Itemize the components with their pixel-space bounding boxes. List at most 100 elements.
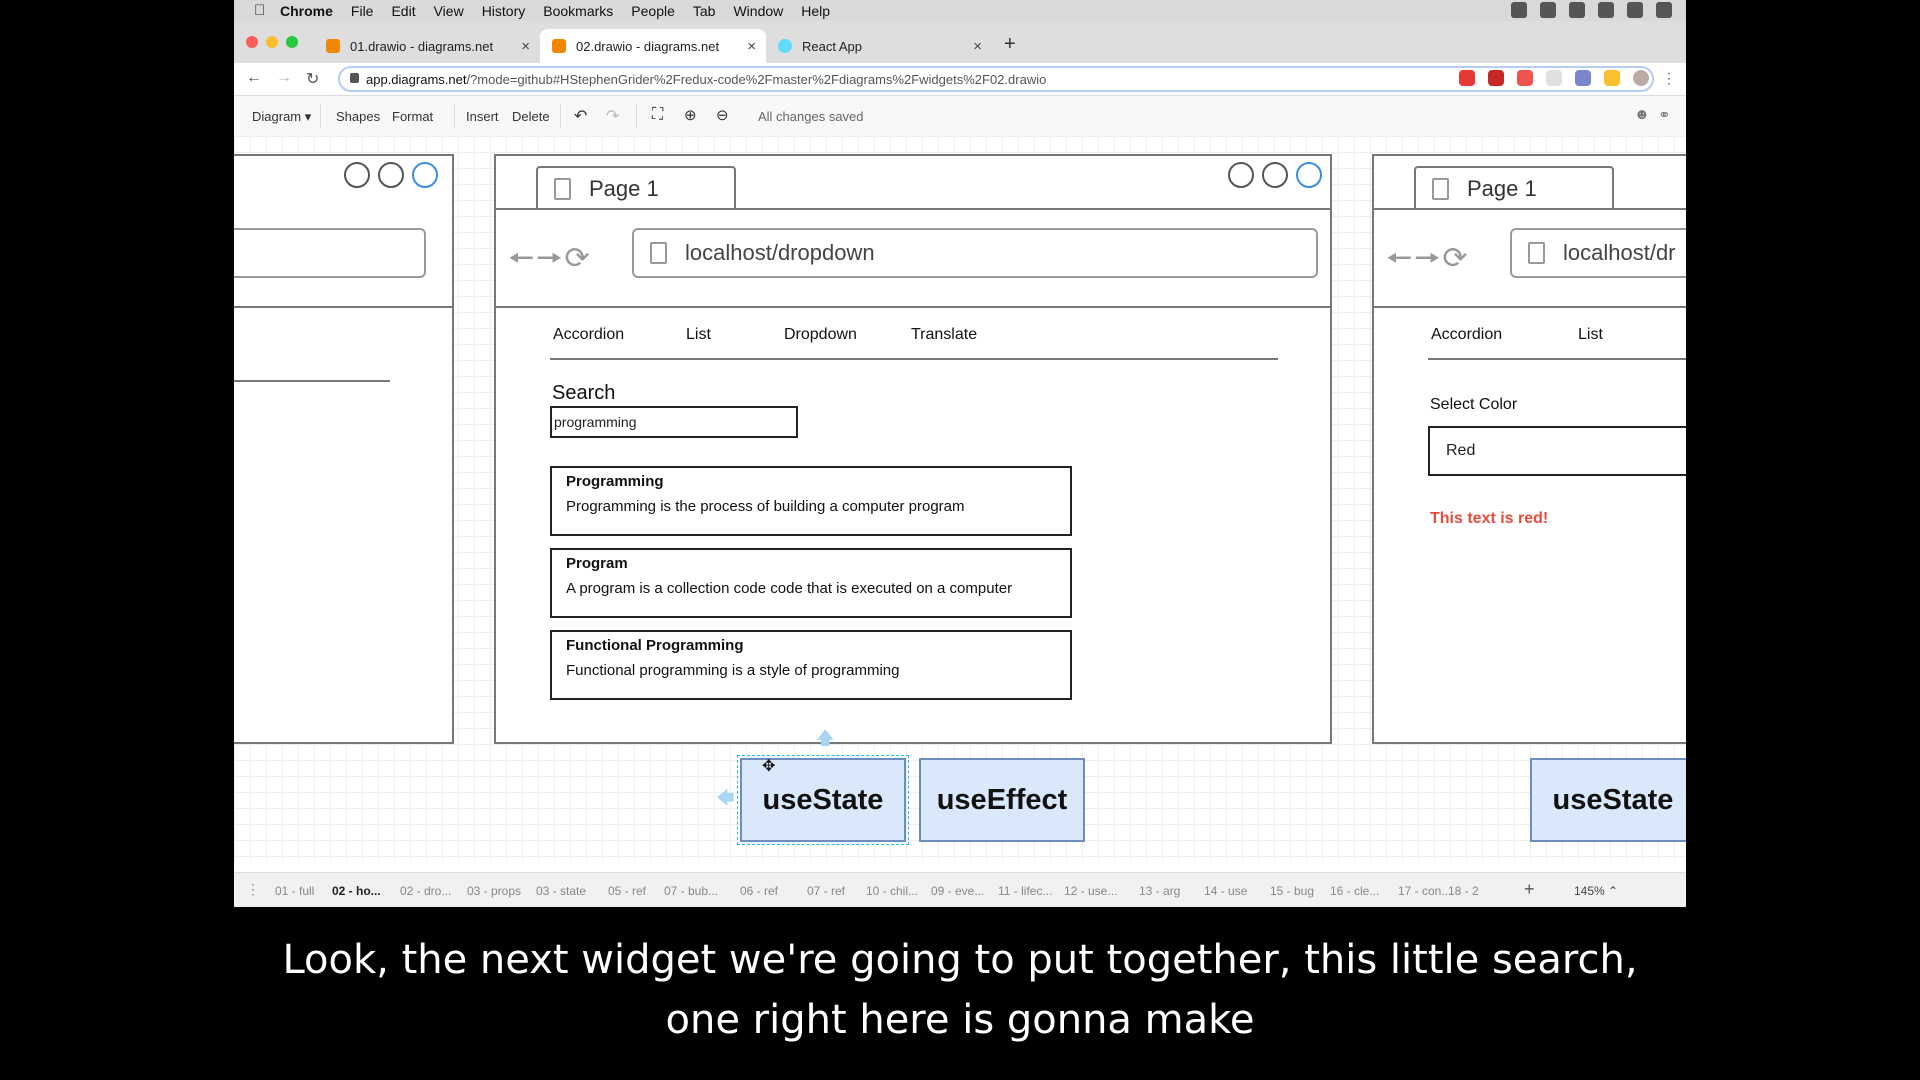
page-tab-item[interactable]: 10 - chil... (866, 884, 918, 898)
select-color-label: Select Color (1430, 396, 1518, 413)
menu-people[interactable]: People (631, 3, 675, 19)
page-tab-item[interactable]: 07 - ref (807, 884, 845, 898)
reload-icon[interactable]: ↻ (306, 69, 319, 89)
usestate-box-right[interactable]: useState (1530, 758, 1686, 842)
menu-view[interactable]: View (434, 3, 464, 19)
tab-02-drawio[interactable]: 02.drawio - diagrams.net × (540, 29, 766, 63)
page-tab-item[interactable]: 13 - arg (1139, 884, 1180, 898)
status-icon[interactable] (1540, 2, 1556, 18)
page-tab-item[interactable]: 12 - use... (1064, 884, 1117, 898)
minimize-window-icon[interactable] (266, 36, 278, 48)
battery-icon[interactable] (1598, 2, 1614, 18)
url-field: localhost/dropdown (632, 228, 1318, 278)
language-icon[interactable]: ⚭ (1658, 106, 1671, 124)
more-menu-icon[interactable]: ⋮ (1662, 70, 1676, 86)
separator (454, 104, 455, 128)
tab-react-app[interactable]: React App × (766, 29, 992, 63)
zoom-level[interactable]: 145% ⌃ (1574, 884, 1618, 898)
extensions-area: ⋮ (1459, 70, 1676, 86)
add-page-icon[interactable]: + (1524, 879, 1535, 900)
delete-button[interactable]: Delete (512, 109, 550, 124)
redo-icon[interactable]: ↷ (606, 106, 619, 126)
divider (234, 306, 454, 308)
result-card: Programming Programming is the process o… (550, 466, 1072, 536)
apple-icon[interactable]:  (254, 2, 270, 19)
close-tab-icon[interactable]: × (521, 38, 530, 55)
search-input: programming (550, 406, 798, 438)
menu-bookmarks[interactable]: Bookmarks (543, 3, 613, 19)
menu-edit[interactable]: Edit (391, 3, 415, 19)
close-tab-icon[interactable]: × (973, 38, 982, 55)
result-card: Functional Programming Functional progra… (550, 630, 1072, 700)
zoom-window-icon[interactable] (286, 36, 298, 48)
connect-arrow-up-icon[interactable]: 🡅 (816, 726, 835, 756)
pages-menu-icon[interactable]: ⋮ (246, 881, 260, 898)
right-browser-mockup[interactable]: Page 1 🠔🠖⟳ localhost/dr Accordion List S… (1372, 154, 1686, 744)
extension-icon[interactable] (1604, 70, 1620, 86)
zoom-out-icon[interactable]: ⊖ (716, 106, 729, 124)
profile-avatar[interactable] (1633, 70, 1649, 86)
drawio-toolbar: Diagram ▾ Shapes Format Insert Delete ↶ … (234, 96, 1686, 137)
menu-file[interactable]: File (351, 3, 374, 19)
page-tab-item[interactable]: 03 - state (536, 884, 586, 898)
page-tab-item[interactable]: 06 - ref (740, 884, 778, 898)
extension-icon[interactable] (1488, 70, 1504, 86)
diagram-menu[interactable]: Diagram ▾ (252, 109, 311, 125)
page-tab-item-current[interactable]: 02 - ho... (332, 884, 381, 898)
wifi-icon[interactable] (1569, 2, 1585, 18)
page-tab-item[interactable]: 17 - con... (1398, 884, 1451, 898)
center-browser-mockup[interactable]: Page 1 🠔🠖⟳ localhost/dropdown Accordion … (494, 154, 1332, 744)
nav-accordion: Accordion (553, 326, 625, 343)
page-tab-item[interactable]: 01 - full (275, 884, 314, 898)
page-tab-item[interactable]: 05 - ref (608, 884, 646, 898)
page-tab-item[interactable]: 14 - use (1204, 884, 1247, 898)
useeffect-box[interactable]: useEffect (919, 758, 1085, 842)
close-tab-icon[interactable]: × (747, 38, 756, 55)
page-tab-item[interactable]: 09 - eve... (931, 884, 984, 898)
result-desc: Functional programming is a style of pro… (566, 662, 900, 679)
page-icon (1432, 178, 1449, 200)
nav-dropdown: Dropdown (784, 326, 857, 343)
search-icon[interactable] (1627, 2, 1643, 18)
new-tab-icon[interactable]: + (1004, 33, 1016, 56)
subtitle-line-2: one right here is gonna make (665, 997, 1255, 1043)
status-icons (1511, 2, 1672, 18)
left-browser-mockup[interactable] (234, 154, 454, 744)
close-window-icon[interactable] (246, 36, 258, 48)
page-tab-item[interactable]: 16 - cle... (1330, 884, 1379, 898)
menu-tab[interactable]: Tab (693, 3, 716, 19)
back-icon[interactable]: ← (246, 69, 262, 87)
fit-icon[interactable]: ⛶ (652, 106, 663, 124)
undo-icon[interactable]: ↶ (574, 106, 587, 126)
shapes-toggle[interactable]: Shapes (336, 109, 380, 124)
page-tab-item[interactable]: 07 - bub... (664, 884, 718, 898)
page-tab-item[interactable]: 03 - props (467, 884, 521, 898)
address-bar[interactable]: app.diagrams.net/?mode=github#HStephenGr… (338, 66, 1654, 92)
nav-list: List (686, 326, 711, 343)
extension-icon[interactable] (1517, 70, 1533, 86)
menu-window[interactable]: Window (733, 3, 783, 19)
menu-list-icon[interactable] (1656, 2, 1672, 18)
user-icon[interactable]: ☻ (1634, 106, 1650, 123)
extension-icon[interactable] (1575, 70, 1591, 86)
separator (560, 104, 561, 128)
insert-menu[interactable]: Insert (466, 109, 499, 124)
format-toggle[interactable]: Format (392, 109, 433, 124)
status-icon[interactable] (1511, 2, 1527, 18)
menu-chrome[interactable]: Chrome (280, 3, 333, 19)
diagram-canvas[interactable]: Page 1 🠔🠖⟳ localhost/dropdown Accordion … (234, 136, 1686, 862)
tab-01-drawio[interactable]: 01.drawio - diagrams.net × (314, 29, 540, 63)
red-message: This text is red! (1430, 510, 1549, 527)
page-tab-item[interactable]: 11 - lifec... (998, 884, 1052, 898)
zoom-in-icon[interactable]: ⊕ (684, 106, 697, 124)
connect-arrow-left-icon[interactable]: 🡄 (716, 786, 735, 816)
menu-history[interactable]: History (482, 3, 526, 19)
extension-icon[interactable] (1546, 70, 1562, 86)
page-tab-item[interactable]: 15 - bug (1270, 884, 1314, 898)
page-tab-item[interactable]: 02 - dro... (400, 884, 451, 898)
menu-help[interactable]: Help (801, 3, 830, 19)
extension-icon[interactable] (1459, 70, 1475, 86)
page-tab-item[interactable]: 18 - 2 (1448, 884, 1479, 898)
forward-icon[interactable]: → (276, 69, 292, 87)
tab-title: 01.drawio - diagrams.net (350, 38, 494, 54)
